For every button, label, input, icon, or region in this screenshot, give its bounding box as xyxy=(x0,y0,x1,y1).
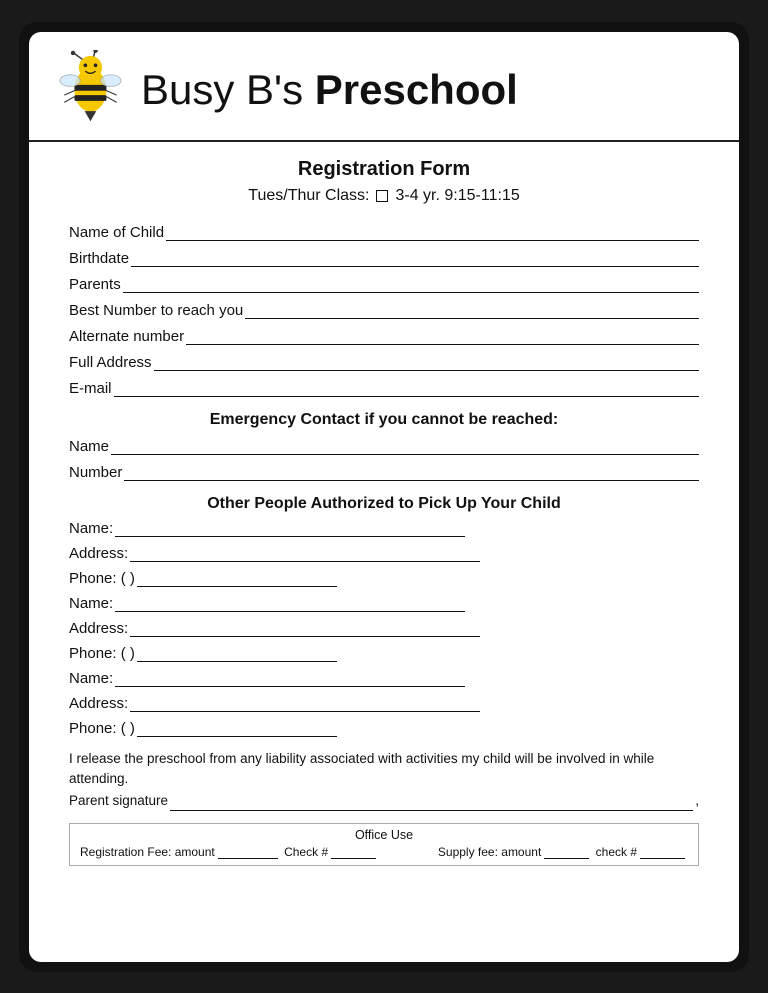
field-emergency-number: Number xyxy=(69,463,699,481)
class-info: Tues/Thur Class: 3-4 yr. 9:15-11:15 xyxy=(69,187,699,205)
authorized-1-name: Name: xyxy=(69,519,699,537)
authorized-3-name: Name: xyxy=(69,669,699,687)
office-use-title: Office Use xyxy=(80,828,688,842)
label-alternate-number: Alternate number xyxy=(69,328,184,345)
signature-line xyxy=(170,793,693,811)
label-name-of-child: Name of Child xyxy=(69,224,164,241)
supply-check-line xyxy=(640,845,685,859)
label-emergency-number: Number xyxy=(69,464,122,481)
check-label: Check # xyxy=(284,845,328,859)
line-auth3-address xyxy=(130,694,480,712)
office-use-box: Office Use Registration Fee: amount Chec… xyxy=(69,823,699,866)
authorized-1-phone: Phone: ( ) xyxy=(69,569,699,587)
line-emergency-name xyxy=(111,437,699,455)
line-auth3-name xyxy=(115,669,465,687)
authorized-3-phone: Phone: ( ) xyxy=(69,719,699,737)
field-emergency-name: Name xyxy=(69,437,699,455)
label-auth1-phone: Phone: ( ) xyxy=(69,570,135,587)
line-birthdate xyxy=(131,249,699,267)
label-email: E-mail xyxy=(69,380,112,397)
field-name-of-child: Name of Child xyxy=(69,223,699,241)
class-info-prefix: Tues/Thur Class: xyxy=(248,187,369,205)
authorized-2-phone: Phone: ( ) xyxy=(69,644,699,662)
field-best-number: Best Number to reach you xyxy=(69,301,699,319)
school-name: Busy B's Preschool xyxy=(141,66,518,114)
supply-fee-label: Supply fee: amount xyxy=(438,845,541,859)
label-auth2-name: Name: xyxy=(69,595,113,612)
label-birthdate: Birthdate xyxy=(69,250,129,267)
line-full-address xyxy=(154,353,699,371)
field-birthdate: Birthdate xyxy=(69,249,699,267)
label-auth2-address: Address: xyxy=(69,620,128,637)
form-title: Registration Form xyxy=(69,158,699,181)
reg-fee-label: Registration Fee: amount xyxy=(80,845,215,859)
liability-text: I release the preschool from any liabili… xyxy=(69,749,699,812)
signature-label: Parent signature xyxy=(69,791,168,811)
field-full-address: Full Address xyxy=(69,353,699,371)
school-title-normal: Busy B's xyxy=(141,66,315,113)
class-checkbox[interactable] xyxy=(376,190,388,202)
line-auth2-address xyxy=(130,619,480,637)
signature-comma: , xyxy=(695,791,699,811)
outer-border: Busy B's Preschool Registration Form Tue… xyxy=(19,22,749,972)
authorized-1-address: Address: xyxy=(69,544,699,562)
line-emergency-number xyxy=(124,463,699,481)
reg-fee-line xyxy=(218,845,278,859)
line-name-of-child xyxy=(166,223,699,241)
line-auth2-name xyxy=(115,594,465,612)
bee-icon xyxy=(49,50,129,130)
line-auth1-name xyxy=(115,519,465,537)
line-auth3-phone xyxy=(137,719,337,737)
inner-card: Busy B's Preschool Registration Form Tue… xyxy=(29,32,739,962)
label-full-address: Full Address xyxy=(69,354,152,371)
label-emergency-name: Name xyxy=(69,438,109,455)
line-auth2-phone xyxy=(137,644,337,662)
supply-check-label: check # xyxy=(596,845,637,859)
class-info-suffix: 3-4 yr. 9:15-11:15 xyxy=(395,187,519,205)
signature-row: Parent signature , xyxy=(69,791,699,811)
office-use-row: Registration Fee: amount Check # Supply … xyxy=(80,845,688,859)
authorized-group-2: Name: Address: Phone: ( ) xyxy=(69,594,699,662)
emergency-fields: Name Number xyxy=(69,437,699,481)
authorized-group-1: Name: Address: Phone: ( ) xyxy=(69,519,699,587)
line-auth1-phone xyxy=(137,569,337,587)
label-auth1-address: Address: xyxy=(69,545,128,562)
authorized-2-name: Name: xyxy=(69,594,699,612)
label-parents: Parents xyxy=(69,276,121,293)
supply-fee-line xyxy=(544,845,589,859)
liability-statement: I release the preschool from any liabili… xyxy=(69,751,654,786)
header-section: Busy B's Preschool xyxy=(29,32,739,142)
authorized-2-address: Address: xyxy=(69,619,699,637)
main-fields: Name of Child Birthdate Parents Best Num… xyxy=(69,223,699,397)
label-auth3-phone: Phone: ( ) xyxy=(69,720,135,737)
field-parents: Parents xyxy=(69,275,699,293)
field-email: E-mail xyxy=(69,379,699,397)
line-auth1-address xyxy=(130,544,480,562)
label-auth2-phone: Phone: ( ) xyxy=(69,645,135,662)
authorized-heading: Other People Authorized to Pick Up Your … xyxy=(69,495,699,513)
label-auth3-address: Address: xyxy=(69,695,128,712)
office-use-left: Registration Fee: amount Check # xyxy=(80,845,379,859)
school-title-bold: Preschool xyxy=(315,66,518,113)
label-auth3-name: Name: xyxy=(69,670,113,687)
label-best-number: Best Number to reach you xyxy=(69,302,243,319)
line-alternate-number xyxy=(186,327,699,345)
line-parents xyxy=(123,275,699,293)
line-email xyxy=(114,379,699,397)
authorized-group-3: Name: Address: Phone: ( ) xyxy=(69,669,699,737)
line-best-number xyxy=(245,301,699,319)
label-auth1-name: Name: xyxy=(69,520,113,537)
field-alternate-number: Alternate number xyxy=(69,327,699,345)
authorized-3-address: Address: xyxy=(69,694,699,712)
check-line xyxy=(331,845,376,859)
emergency-heading: Emergency Contact if you cannot be reach… xyxy=(69,411,699,429)
office-use-right: Supply fee: amount check # xyxy=(438,845,688,859)
form-body: Registration Form Tues/Thur Class: 3-4 y… xyxy=(29,142,739,962)
